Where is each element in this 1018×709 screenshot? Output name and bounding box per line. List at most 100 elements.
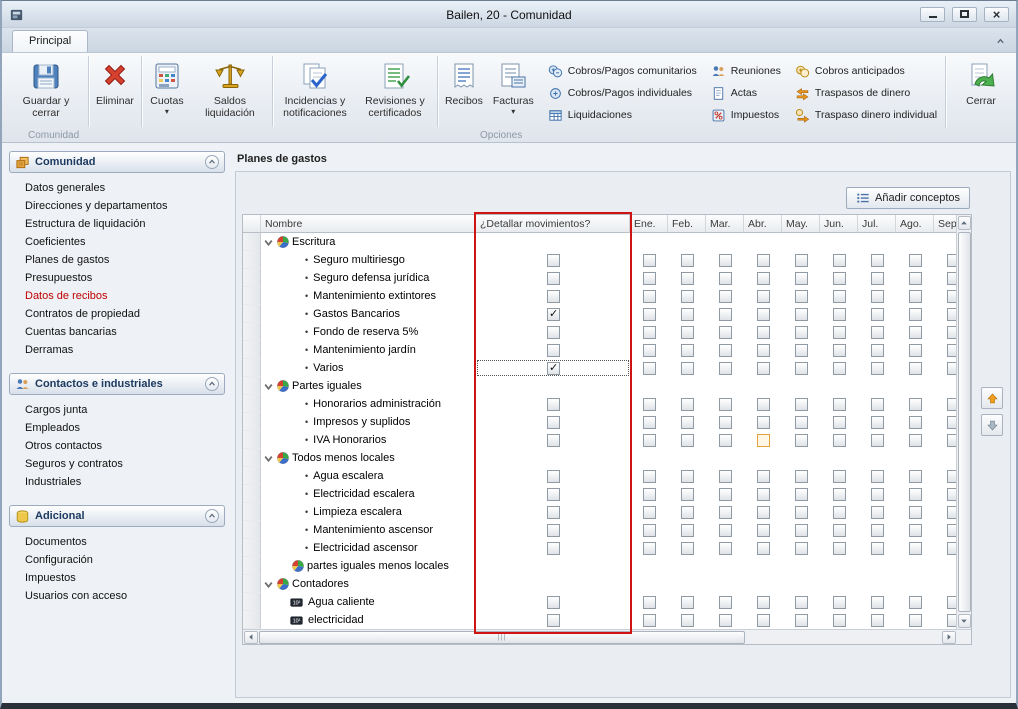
month-checkbox[interactable] bbox=[833, 308, 846, 321]
detail-checkbox[interactable] bbox=[547, 614, 560, 627]
month-checkbox[interactable] bbox=[795, 290, 808, 303]
tree-node-mantenimiento-extintores[interactable]: •Mantenimiento extintores bbox=[261, 287, 476, 305]
facturas-button[interactable]: Facturas▾ bbox=[488, 55, 539, 128]
row-indicator-cell[interactable] bbox=[243, 611, 261, 629]
month-checkbox[interactable] bbox=[719, 542, 732, 555]
month-checkbox[interactable] bbox=[643, 506, 656, 519]
recibos-button[interactable]: Recibos bbox=[440, 55, 488, 128]
month-checkbox[interactable] bbox=[947, 272, 957, 285]
month-checkbox[interactable] bbox=[757, 506, 770, 519]
sidebar-item-presupuestos[interactable]: Presupuestos bbox=[9, 269, 225, 287]
tree-node-gastos-bancarios[interactable]: •Gastos Bancarios bbox=[261, 305, 476, 323]
month-checkbox[interactable] bbox=[681, 488, 694, 501]
column-header-nombre[interactable]: Nombre bbox=[261, 215, 476, 233]
close-button[interactable]: × bbox=[984, 7, 1009, 22]
month-checkbox[interactable] bbox=[795, 326, 808, 339]
add-concepts-button[interactable]: Añadir conceptos bbox=[846, 187, 970, 209]
month-checkbox[interactable] bbox=[757, 344, 770, 357]
month-checkbox[interactable] bbox=[833, 488, 846, 501]
month-checkbox[interactable] bbox=[643, 308, 656, 321]
sidebar-item-impuestos[interactable]: Impuestos bbox=[9, 569, 225, 587]
detail-checkbox[interactable] bbox=[547, 362, 560, 375]
month-checkbox[interactable] bbox=[909, 344, 922, 357]
sidebar-item-industriales[interactable]: Industriales bbox=[9, 473, 225, 491]
month-checkbox[interactable] bbox=[833, 542, 846, 555]
month-checkbox[interactable] bbox=[719, 614, 732, 627]
month-checkbox[interactable] bbox=[681, 254, 694, 267]
tree-node-todos-menos-locales[interactable]: Todos menos locales bbox=[261, 449, 476, 467]
move-down-button[interactable] bbox=[981, 414, 1003, 436]
month-checkbox[interactable] bbox=[947, 614, 957, 627]
tree-node-partes-iguales-menos-locales[interactable]: partes iguales menos locales bbox=[261, 557, 476, 575]
month-checkbox[interactable] bbox=[871, 524, 884, 537]
month-checkbox[interactable] bbox=[833, 416, 846, 429]
month-checkbox[interactable] bbox=[719, 398, 732, 411]
vertical-scroll-thumb[interactable] bbox=[958, 232, 971, 612]
month-checkbox[interactable] bbox=[719, 596, 732, 609]
sidebar-item-datos-de-recibos[interactable]: Datos de recibos bbox=[9, 287, 225, 305]
month-checkbox[interactable] bbox=[833, 362, 846, 375]
month-checkbox[interactable] bbox=[871, 362, 884, 375]
tree-node-escritura[interactable]: Escritura bbox=[261, 233, 476, 251]
detail-checkbox[interactable] bbox=[547, 398, 560, 411]
row-indicator-cell[interactable] bbox=[243, 305, 261, 323]
month-checkbox[interactable] bbox=[909, 254, 922, 267]
expander-icon[interactable] bbox=[263, 453, 274, 464]
actas-button[interactable]: Actas bbox=[709, 84, 783, 102]
month-checkbox[interactable] bbox=[795, 362, 808, 375]
month-checkbox[interactable] bbox=[757, 542, 770, 555]
month-checkbox[interactable] bbox=[909, 416, 922, 429]
month-checkbox[interactable] bbox=[795, 308, 808, 321]
sidebar-item-empleados[interactable]: Empleados bbox=[9, 419, 225, 437]
month-checkbox[interactable] bbox=[681, 596, 694, 609]
month-checkbox[interactable] bbox=[643, 416, 656, 429]
month-checkbox[interactable] bbox=[757, 272, 770, 285]
month-checkbox[interactable] bbox=[871, 614, 884, 627]
row-indicator-cell[interactable] bbox=[243, 449, 261, 467]
month-checkbox[interactable] bbox=[795, 470, 808, 483]
sidebar-item-estructura-de-liquidacion[interactable]: Estructura de liquidación bbox=[9, 215, 225, 233]
month-checkbox[interactable] bbox=[947, 542, 957, 555]
month-checkbox[interactable] bbox=[795, 524, 808, 537]
month-checkbox[interactable] bbox=[757, 416, 770, 429]
sidebar-item-otros-contactos[interactable]: Otros contactos bbox=[9, 437, 225, 455]
saldos-liquidacion-button[interactable]: Saldos liquidación bbox=[190, 55, 270, 128]
cobros-pagos-individuales-button[interactable]: Cobros/Pagos individuales bbox=[546, 84, 699, 102]
month-checkbox[interactable] bbox=[871, 542, 884, 555]
row-indicator-cell[interactable] bbox=[243, 539, 261, 557]
month-checkbox[interactable] bbox=[719, 326, 732, 339]
month-checkbox[interactable] bbox=[681, 326, 694, 339]
month-checkbox[interactable] bbox=[833, 344, 846, 357]
liquidaciones-button[interactable]: Liquidaciones bbox=[546, 106, 699, 124]
scroll-right-button[interactable] bbox=[942, 631, 956, 644]
month-checkbox[interactable] bbox=[643, 434, 656, 447]
detail-checkbox[interactable] bbox=[547, 254, 560, 267]
month-checkbox[interactable] bbox=[681, 344, 694, 357]
tree-node-contadores[interactable]: Contadores bbox=[261, 575, 476, 593]
row-indicator-cell[interactable] bbox=[243, 593, 261, 611]
row-indicator-cell[interactable] bbox=[243, 377, 261, 395]
horizontal-scroll-thumb[interactable]: ||| bbox=[259, 631, 745, 644]
month-checkbox[interactable] bbox=[947, 362, 957, 375]
month-checkbox[interactable] bbox=[871, 272, 884, 285]
month-checkbox[interactable] bbox=[643, 614, 656, 627]
month-checkbox[interactable] bbox=[947, 488, 957, 501]
month-checkbox[interactable] bbox=[757, 596, 770, 609]
expander-icon[interactable] bbox=[263, 579, 274, 590]
month-checkbox[interactable] bbox=[833, 470, 846, 483]
month-checkbox[interactable] bbox=[719, 272, 732, 285]
month-checkbox[interactable] bbox=[947, 416, 957, 429]
tree-node-electricidad-escalera[interactable]: •Electricidad escalera bbox=[261, 485, 476, 503]
section-header-comunidad[interactable]: Comunidad bbox=[9, 151, 225, 173]
month-checkbox[interactable] bbox=[719, 344, 732, 357]
row-indicator-cell[interactable] bbox=[243, 503, 261, 521]
month-checkbox[interactable] bbox=[719, 308, 732, 321]
month-checkbox[interactable] bbox=[795, 488, 808, 501]
sidebar-item-planes-de-gastos[interactable]: Planes de gastos bbox=[9, 251, 225, 269]
month-checkbox[interactable] bbox=[643, 398, 656, 411]
cerrar-button[interactable]: Cerrar bbox=[958, 55, 1004, 128]
detail-checkbox[interactable] bbox=[547, 326, 560, 339]
tree-node-agua-caliente[interactable]: 10²Agua caliente bbox=[261, 593, 476, 611]
sidebar-item-configuracion[interactable]: Configuración bbox=[9, 551, 225, 569]
month-checkbox[interactable] bbox=[719, 470, 732, 483]
